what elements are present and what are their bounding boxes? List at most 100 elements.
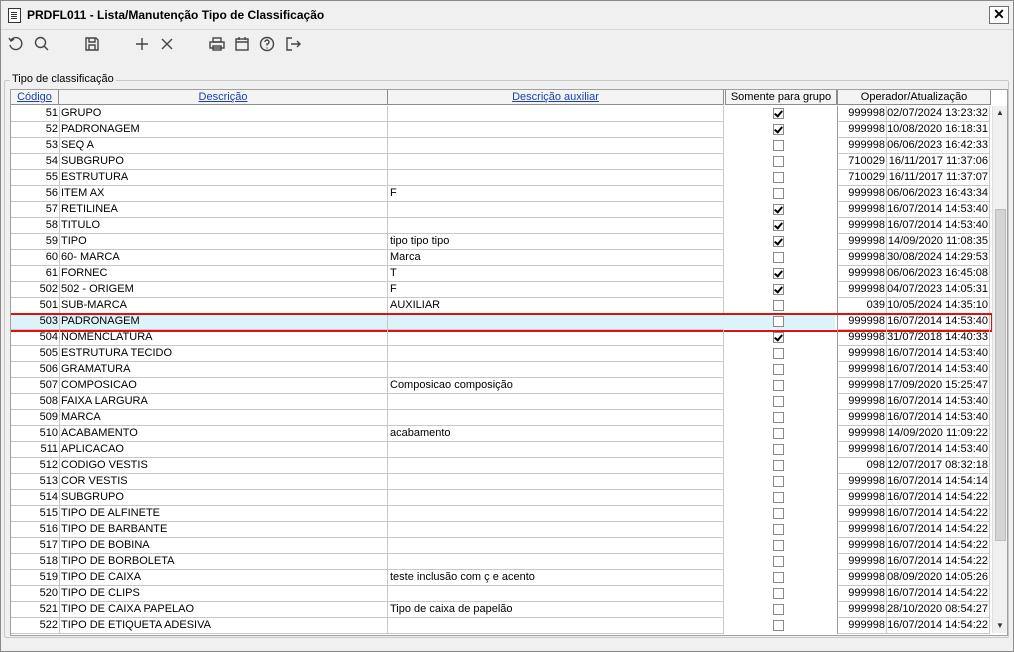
descricao-auxiliar-cell[interactable] (388, 442, 724, 458)
descricao-auxiliar-cell[interactable] (388, 346, 724, 362)
somente-grupo-cell[interactable] (723, 330, 835, 345)
somente-grupo-checkbox[interactable] (773, 540, 784, 551)
codigo-cell[interactable]: 56 (11, 186, 60, 202)
codigo-cell[interactable]: 510 (11, 426, 60, 442)
descricao-auxiliar-cell[interactable] (388, 554, 724, 570)
somente-grupo-checkbox[interactable] (773, 268, 784, 279)
codigo-cell[interactable]: 52 (11, 122, 60, 138)
descricao-auxiliar-cell[interactable]: F (388, 186, 724, 202)
table-row[interactable]: 513 COR VESTIS 999998 16/07/2014 14:54:14 (11, 474, 990, 490)
column-header-codigo[interactable]: Código (11, 90, 59, 105)
atualizacao-cell[interactable]: 06/06/2023 16:45:08 (886, 266, 990, 282)
somente-grupo-cell[interactable] (723, 410, 835, 425)
codigo-cell[interactable]: 516 (11, 522, 60, 538)
somente-grupo-checkbox[interactable] (773, 380, 784, 391)
somente-grupo-cell[interactable] (723, 234, 835, 249)
vertical-scrollbar[interactable]: ▲ ▼ (992, 106, 1007, 633)
atualizacao-cell[interactable]: 16/07/2014 14:54:14 (886, 474, 990, 490)
somente-grupo-checkbox[interactable] (773, 460, 784, 471)
table-row[interactable]: 517 TIPO DE BOBINA 999998 16/07/2014 14:54:… (11, 538, 990, 554)
somente-grupo-checkbox[interactable] (773, 604, 784, 615)
operador-cell[interactable]: 999998 (837, 570, 887, 586)
descricao-cell[interactable]: COMPOSICAO (60, 378, 388, 394)
table-row[interactable]: 509 MARCA 999998 16/07/2014 14:53:40 (11, 410, 990, 426)
descricao-auxiliar-cell[interactable] (388, 474, 724, 490)
somente-grupo-checkbox[interactable] (773, 284, 784, 295)
descricao-cell[interactable]: PADRONAGEM (60, 314, 388, 330)
operador-cell[interactable]: 999998 (837, 266, 887, 282)
atualizacao-cell[interactable]: 02/07/2024 13:23:32 (886, 106, 990, 122)
somente-grupo-cell[interactable] (723, 362, 835, 377)
somente-grupo-checkbox[interactable] (773, 412, 784, 423)
somente-grupo-cell[interactable] (723, 618, 835, 633)
atualizacao-cell[interactable]: 17/09/2020 15:25:47 (886, 378, 990, 394)
descricao-cell[interactable]: TIPO DE BARBANTE (60, 522, 388, 538)
table-row[interactable]: 514 SUBGRUPO 999998 16/07/2014 14:54:22 (11, 490, 990, 506)
somente-grupo-checkbox[interactable] (773, 140, 784, 151)
descricao-auxiliar-cell[interactable]: F (388, 282, 724, 298)
operador-cell[interactable]: 999998 (837, 234, 887, 250)
operador-cell[interactable]: 999998 (837, 122, 887, 138)
atualizacao-cell[interactable]: 16/07/2014 14:54:22 (886, 618, 990, 634)
somente-grupo-cell[interactable] (723, 490, 835, 505)
table-row[interactable]: 515 TIPO DE ALFINETE 999998 16/07/2014 14:5… (11, 506, 990, 522)
somente-grupo-checkbox[interactable] (773, 220, 784, 231)
table-row[interactable]: 58 TITULO 999998 16/07/2014 14:53:40 (11, 218, 990, 234)
atualizacao-cell[interactable]: 16/07/2014 14:54:22 (886, 538, 990, 554)
operador-cell[interactable]: 999998 (837, 410, 887, 426)
codigo-cell[interactable]: 58 (11, 218, 60, 234)
descricao-cell[interactable]: SEQ A (60, 138, 388, 154)
descricao-cell[interactable]: TIPO DE ETIQUETA ADESIVA (60, 618, 388, 634)
operador-cell[interactable]: 999998 (837, 442, 887, 458)
descricao-cell[interactable]: MARCA (60, 410, 388, 426)
calendar-button[interactable] (231, 33, 253, 55)
atualizacao-cell[interactable]: 16/11/2017 11:37:06 (886, 154, 990, 170)
column-header-somente-grupo[interactable]: Somente para grupo (725, 90, 837, 105)
atualizacao-cell[interactable]: 16/07/2014 14:53:40 (886, 218, 990, 234)
descricao-auxiliar-cell[interactable] (388, 314, 724, 330)
somente-grupo-checkbox[interactable] (773, 188, 784, 199)
somente-grupo-cell[interactable] (723, 282, 835, 297)
somente-grupo-cell[interactable] (723, 586, 835, 601)
operador-cell[interactable]: 999998 (837, 490, 887, 506)
somente-grupo-cell[interactable] (723, 138, 835, 153)
descricao-cell[interactable]: NOMENCLATURA (60, 330, 388, 346)
operador-cell[interactable]: 999998 (837, 346, 887, 362)
atualizacao-cell[interactable]: 16/07/2014 14:53:40 (886, 346, 990, 362)
descricao-auxiliar-cell[interactable] (388, 330, 724, 346)
descricao-cell[interactable]: COR VESTIS (60, 474, 388, 490)
save-button[interactable] (81, 33, 103, 55)
somente-grupo-cell[interactable] (723, 426, 835, 441)
codigo-cell[interactable]: 51 (11, 106, 60, 122)
descricao-auxiliar-cell[interactable]: Tipo de caixa de papelão (388, 602, 724, 618)
somente-grupo-checkbox[interactable] (773, 508, 784, 519)
somente-grupo-cell[interactable] (723, 602, 835, 617)
atualizacao-cell[interactable]: 16/07/2014 14:54:22 (886, 522, 990, 538)
descricao-cell[interactable]: GRUPO (60, 106, 388, 122)
descricao-auxiliar-cell[interactable] (388, 362, 724, 378)
somente-grupo-cell[interactable] (723, 474, 835, 489)
table-row[interactable]: 51 GRUPO 999998 02/07/2024 13:23:32 (11, 106, 990, 122)
somente-grupo-cell[interactable] (723, 506, 835, 521)
column-header-operador-atualizacao[interactable]: Operador/Atualização (837, 90, 991, 105)
operador-cell[interactable]: 999998 (837, 506, 887, 522)
somente-grupo-checkbox[interactable] (773, 236, 784, 247)
table-row[interactable]: 512 CODIGO VESTIS 098 12/07/2017 08:32:18 (11, 458, 990, 474)
codigo-cell[interactable]: 518 (11, 554, 60, 570)
somente-grupo-checkbox[interactable] (773, 316, 784, 327)
descricao-auxiliar-cell[interactable] (388, 170, 724, 186)
descricao-cell[interactable]: ESTRUTURA (60, 170, 388, 186)
table-row[interactable]: 506 GRAMATURA 999998 16/07/2014 14:53:40 (11, 362, 990, 378)
somente-grupo-checkbox[interactable] (773, 524, 784, 535)
table-row[interactable]: 511 APLICACAO 999998 16/07/2014 14:53:40 (11, 442, 990, 458)
codigo-cell[interactable]: 503 (11, 314, 60, 330)
atualizacao-cell[interactable]: 10/05/2024 14:35:10 (886, 298, 990, 314)
table-row[interactable]: 522 TIPO DE ETIQUETA ADESIVA 999998 16/07/2… (11, 618, 990, 634)
descricao-cell[interactable]: PADRONAGEM (60, 122, 388, 138)
somente-grupo-checkbox[interactable] (773, 252, 784, 263)
descricao-auxiliar-cell[interactable] (388, 394, 724, 410)
somente-grupo-cell[interactable] (723, 522, 835, 537)
operador-cell[interactable]: 999998 (837, 426, 887, 442)
atualizacao-cell[interactable]: 10/08/2020 16:18:31 (886, 122, 990, 138)
print-button[interactable] (206, 33, 228, 55)
